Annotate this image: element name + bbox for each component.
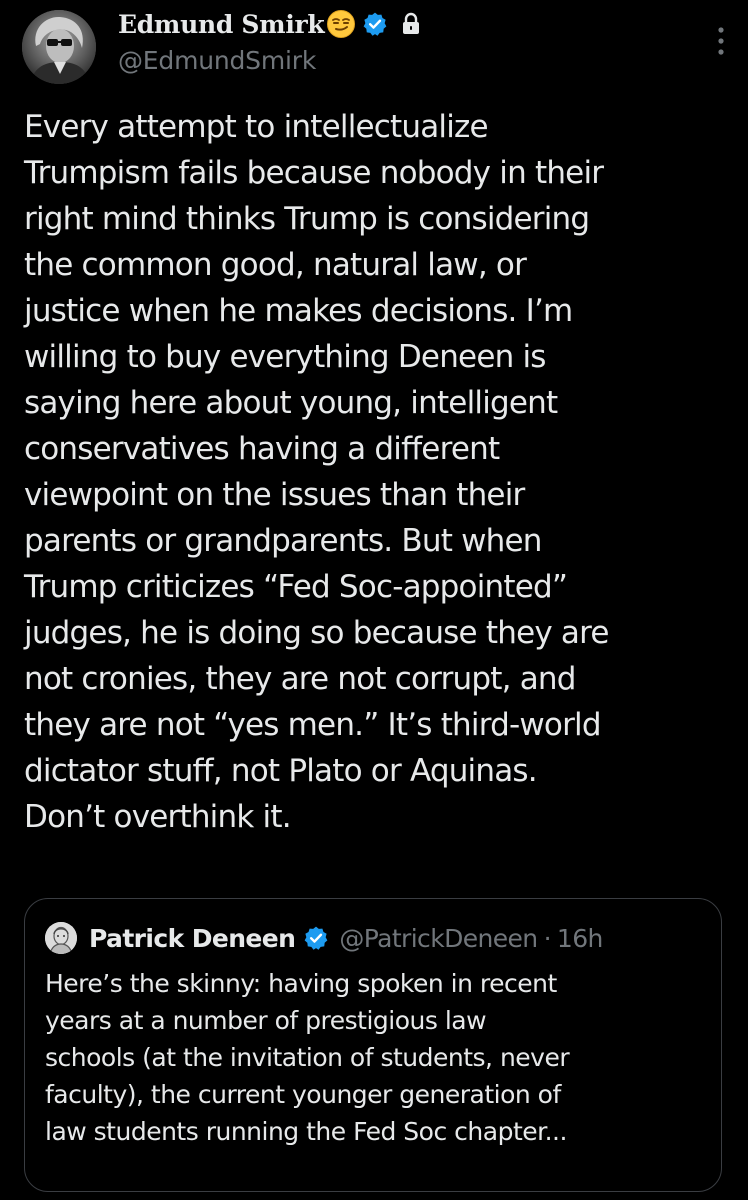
name-row: Edmund Smirk [118, 6, 688, 42]
quoted-post-text: Here’s the skinny: having spoken in rece… [45, 969, 570, 1146]
verified-badge-icon[interactable] [303, 925, 329, 951]
separator-dot: · [543, 923, 552, 953]
post-text: Every attempt to intellectualize Trumpis… [24, 109, 609, 835]
quoted-post-timestamp[interactable]: 16h [557, 924, 603, 953]
lock-icon [403, 12, 420, 34]
more-vertical-icon[interactable] [716, 26, 726, 56]
quoted-author-handle[interactable]: @PatrickDeneen [339, 924, 538, 953]
portrait-image [22, 10, 96, 84]
post-header: Edmund Smirk @EdmundSmirk [118, 6, 688, 75]
quoted-post[interactable]: Patrick Deneen @PatrickDeneen · 16h Here… [24, 898, 722, 1192]
smirking-face-emoji-icon [327, 10, 356, 38]
quoted-post-header: Patrick Deneen @PatrickDeneen · 16h [45, 921, 711, 955]
post: Edmund Smirk @EdmundSmirk Every attempt … [0, 0, 748, 1200]
quoted-author-name[interactable]: Patrick Deneen [89, 924, 296, 953]
author-display-name[interactable]: Edmund Smirk [118, 10, 325, 39]
author-avatar[interactable] [22, 10, 96, 84]
verified-badge-icon[interactable] [362, 11, 388, 37]
sketch-portrait-image [45, 922, 77, 954]
author-handle[interactable]: @EdmundSmirk [118, 46, 688, 75]
quoted-author-avatar[interactable] [45, 922, 77, 954]
